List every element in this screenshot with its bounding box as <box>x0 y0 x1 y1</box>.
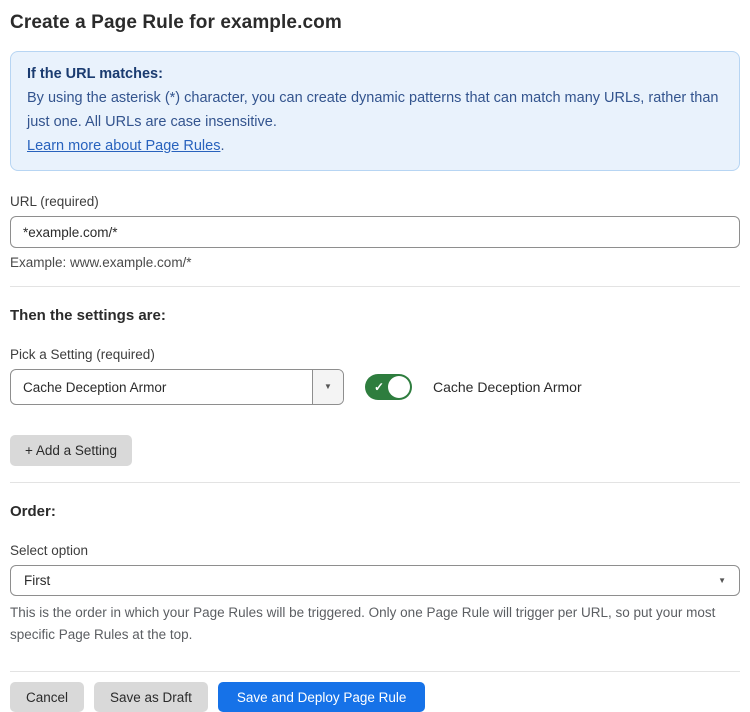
chevron-down-icon: ▼ <box>718 577 726 585</box>
divider <box>10 671 740 672</box>
url-input[interactable] <box>10 216 740 248</box>
order-hint-text: This is the order in which your Page Rul… <box>10 602 730 646</box>
url-matches-info-box: If the URL matches: By using the asteris… <box>10 51 740 171</box>
setting-picker-label: Pick a Setting (required) <box>10 347 740 362</box>
cancel-button[interactable]: Cancel <box>10 682 84 712</box>
setting-select-value: Cache Deception Armor <box>11 370 312 404</box>
url-example-hint: Example: www.example.com/* <box>10 255 740 270</box>
order-select[interactable]: First ▼ <box>10 565 740 596</box>
link-period: . <box>220 138 224 154</box>
chevron-down-icon: ▼ <box>324 383 332 391</box>
order-select-value: First <box>24 573 50 588</box>
add-setting-button[interactable]: + Add a Setting <box>10 435 132 466</box>
toggle-label: Cache Deception Armor <box>433 379 582 395</box>
info-box-body: By using the asterisk (*) character, you… <box>27 86 723 134</box>
setting-row: Cache Deception Armor ▼ ✓ Cache Deceptio… <box>10 369 740 405</box>
learn-more-link[interactable]: Learn more about Page Rules <box>27 138 220 154</box>
divider <box>10 286 740 287</box>
action-button-row: Cancel Save as Draft Save and Deploy Pag… <box>10 682 740 712</box>
page-rule-form: Create a Page Rule for example.com If th… <box>0 0 750 712</box>
setting-select[interactable]: Cache Deception Armor ▼ <box>10 369 344 405</box>
info-box-link-line: Learn more about Page Rules. <box>27 134 723 158</box>
save-as-draft-button[interactable]: Save as Draft <box>94 682 208 712</box>
divider <box>10 482 740 483</box>
setting-select-arrow-button[interactable]: ▼ <box>312 370 343 404</box>
save-and-deploy-button[interactable]: Save and Deploy Page Rule <box>218 682 426 712</box>
page-title: Create a Page Rule for example.com <box>10 12 740 34</box>
settings-section-heading: Then the settings are: <box>10 307 740 324</box>
setting-toggle-group: ✓ Cache Deception Armor <box>365 374 582 400</box>
info-box-heading: If the URL matches: <box>27 62 723 86</box>
toggle-knob <box>388 376 410 398</box>
url-field-label: URL (required) <box>10 194 740 209</box>
check-icon: ✓ <box>374 381 384 393</box>
cache-deception-armor-toggle[interactable]: ✓ <box>365 374 412 400</box>
order-select-label: Select option <box>10 543 740 558</box>
order-section-heading: Order: <box>10 503 740 520</box>
